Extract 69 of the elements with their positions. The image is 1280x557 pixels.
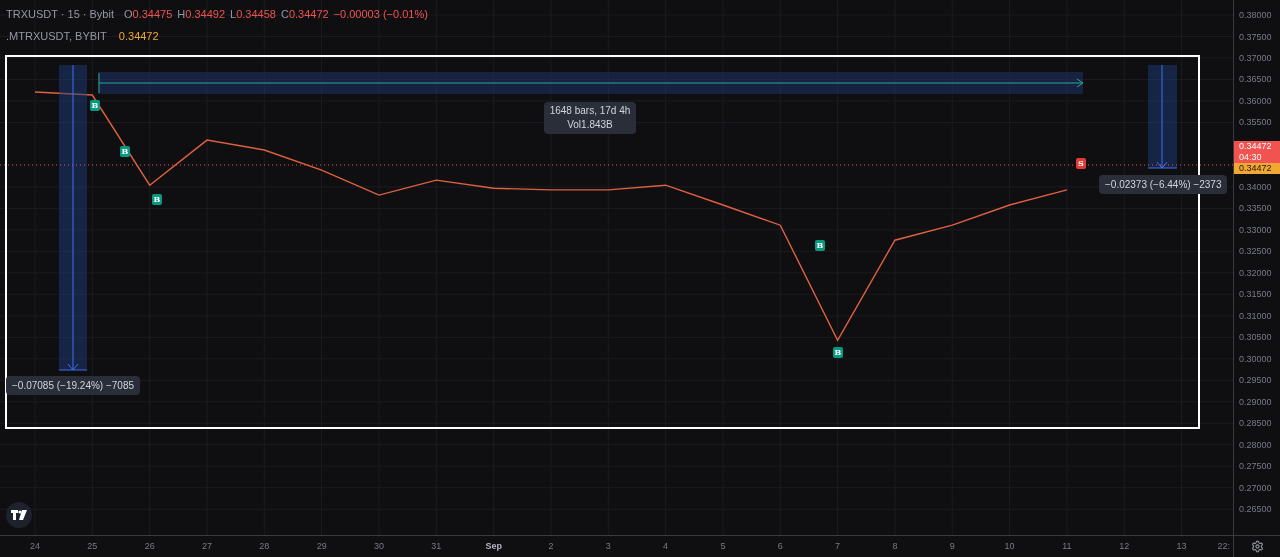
- time-axis-label: 11: [1062, 541, 1072, 551]
- ohlc-value: O0.34475: [124, 7, 173, 22]
- price-axis-label: 0.28000: [1239, 439, 1272, 450]
- time-axis-label: 28: [259, 541, 270, 551]
- price-drop-measure[interactable]: [1147, 64, 1178, 169]
- countdown-text: 04:30: [1239, 152, 1263, 163]
- time-axis-label: 8: [892, 541, 898, 551]
- bar-count-text: 1648 bars, 17d 4h: [549, 104, 631, 118]
- time-axis-label: 31: [431, 541, 442, 551]
- time-axis-label: 2: [548, 541, 554, 551]
- time-axis-label: 26: [144, 541, 155, 551]
- symbol-title[interactable]: TRXUSDT · 15 · Bybit: [6, 6, 114, 23]
- price-axis-label: 0.27000: [1239, 482, 1272, 493]
- price-axis-label: 0.32000: [1239, 267, 1272, 278]
- indicator-price-badge: 0.34472: [1234, 163, 1280, 174]
- price-axis-label: 0.27500: [1239, 461, 1272, 472]
- price-axis-label: 0.36500: [1239, 74, 1272, 85]
- price-axis-label: 0.28500: [1239, 418, 1272, 429]
- time-axis-label: 7: [835, 541, 841, 551]
- price-axis-label: 0.33000: [1239, 224, 1272, 235]
- price-axis-label: 0.33500: [1239, 203, 1272, 214]
- time-axis-label: 27: [202, 541, 212, 551]
- buy-marker: B: [833, 347, 843, 358]
- indicator-value: 0.34472: [118, 28, 159, 44]
- volume-text: Vol1.843B: [567, 118, 613, 132]
- time-axis-label: 25: [87, 541, 98, 551]
- price-axis-label: 0.29500: [1239, 375, 1272, 386]
- time-axis-label: 22:: [1217, 541, 1230, 551]
- buy-marker: B: [90, 100, 100, 111]
- time-axis-label: 9: [949, 541, 955, 551]
- measure-label: −0.07085 (−19.24%) −7085: [6, 376, 141, 395]
- price-axis-label: 0.31000: [1239, 310, 1272, 321]
- buy-marker: B: [815, 240, 825, 251]
- last-price-text: 0.34472: [1239, 141, 1273, 152]
- time-axis-label: 6: [777, 541, 783, 551]
- price-axis-label: 0.35500: [1239, 117, 1272, 128]
- price-axis-label: 0.37000: [1239, 53, 1272, 63]
- price-axis-label: 0.38000: [1239, 10, 1272, 21]
- time-axis-label: 24: [30, 541, 40, 551]
- time-axis-label: 29: [316, 541, 327, 551]
- price-drop-measure[interactable]: [58, 64, 88, 371]
- time-axis-label: 4: [663, 541, 669, 551]
- price-axis-label: 0.29000: [1239, 396, 1272, 407]
- time-axis-label: 12: [1119, 541, 1130, 551]
- time-axis-label: 3: [605, 541, 611, 551]
- ohlc-value: L0.34458: [230, 7, 276, 22]
- indicator-name[interactable]: .MTRXUSDT, BYBIT: [6, 27, 107, 44]
- price-axis-label: 0.37500: [1239, 31, 1272, 42]
- ohlc-value: C0.34472: [280, 7, 329, 22]
- range-measure[interactable]: [98, 72, 1084, 94]
- ohlc-value: H0.34492: [177, 7, 226, 22]
- price-axis-label: 0.34000: [1239, 181, 1272, 192]
- measure-label: −0.02373 (−6.44%) −2373: [1099, 175, 1228, 194]
- price-axis-label: 0.31500: [1239, 289, 1272, 300]
- price-axis-label: 0.32500: [1239, 246, 1272, 257]
- buy-marker: B: [152, 194, 162, 205]
- settings-icon[interactable]: [1250, 540, 1264, 553]
- time-axis-label: 5: [720, 541, 726, 551]
- price-change: −0.00003 (−0.01%): [333, 7, 428, 22]
- time-axis-label: 30: [373, 541, 384, 551]
- time-axis-label: Sep: [485, 541, 502, 551]
- time-axis-label: 13: [1176, 541, 1187, 551]
- price-axis-label: 0.36000: [1239, 96, 1272, 106]
- buy-marker: B: [120, 146, 130, 157]
- time-axis-label: 10: [1004, 541, 1015, 551]
- price-axis-label: 0.30500: [1239, 332, 1272, 343]
- price-axis-label: 0.26500: [1239, 504, 1272, 515]
- price-axis-label: 0.30000: [1239, 353, 1272, 364]
- sell-marker: S: [1076, 158, 1086, 169]
